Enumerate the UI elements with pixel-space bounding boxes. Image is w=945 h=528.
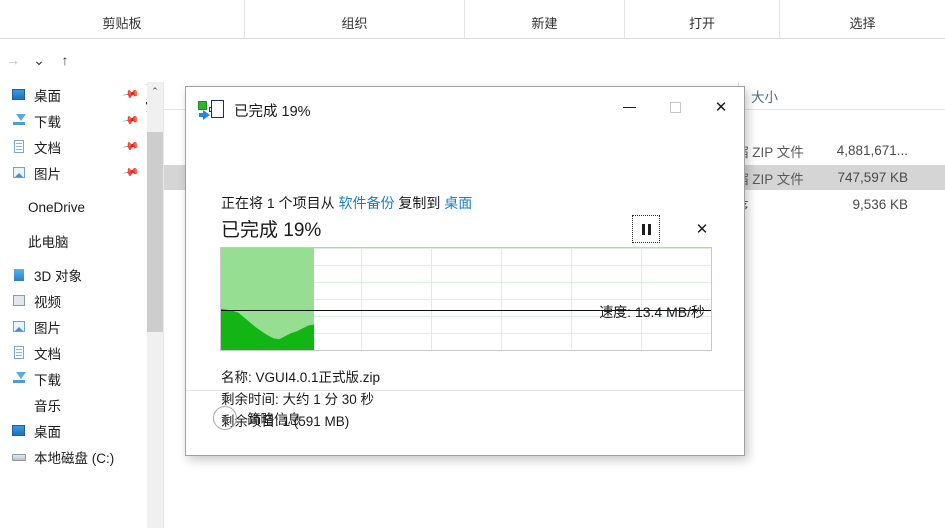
window-controls: ✕ (606, 87, 744, 127)
ribbon-bar: 剪贴板 组织 新建 打开 选择 (0, 0, 945, 39)
copy-description: 正在将 1 个项目从 软件备份 复制到 桌面 (221, 193, 472, 213)
file-size-cell: 9,536 KB (852, 197, 908, 212)
pic-icon (10, 319, 28, 335)
cancel-button[interactable]: ✕ (689, 216, 715, 242)
speed-label: 速度: 13.4 MB/秒 (599, 304, 705, 320)
navigation-pane: 桌面 📌 下载 📌 文档 📌 图片 📌 OneDrive 此电脑 3D 对象 视频 图片 文档 下载 音乐 桌面… (0, 82, 146, 528)
nav-item-8[interactable]: 图片 (0, 314, 146, 340)
nav-item-label: 图片 (34, 167, 61, 182)
nav-item-10[interactable]: 下载 (0, 366, 146, 392)
nav-item-label: 视频 (34, 295, 61, 310)
maximize-button (652, 87, 698, 127)
recent-locations-icon[interactable]: ⌄ (28, 49, 50, 71)
source-link[interactable]: 软件备份 (338, 195, 394, 211)
ribbon-group-label: 选择 (849, 16, 876, 31)
download-icon (10, 371, 28, 387)
dialog-title: 已完成 19% (234, 103, 311, 120)
file-size-cell: 4,881,671... (836, 143, 908, 158)
ribbon-group-2[interactable]: 新建 (465, 0, 625, 38)
explorer-window: 剪贴板 组织 新建 打开 选择 → ⌄ ↑ ›此电脑›本地磁盘 (E:)›天翼云盘›软件… (0, 0, 945, 528)
dialog-footer: ▲ 简略信息 (186, 390, 744, 455)
nav-item-0[interactable]: 桌面 📌 (0, 82, 146, 108)
pin-icon[interactable]: 📌 (122, 163, 141, 182)
nav-item-12[interactable]: 桌面 (0, 418, 146, 444)
dialog-title-bar[interactable]: 已完成 19% ✕ (186, 87, 744, 133)
nav-item-label: OneDrive (28, 199, 86, 215)
ribbon-group-0[interactable]: 剪贴板 (0, 0, 245, 38)
nav-item-label: 文档 (34, 141, 61, 156)
copy-prefix-text: 正在将 1 个项目从 (221, 195, 339, 211)
nav-item-label: 下载 (34, 115, 61, 130)
nav-item-4[interactable]: OneDrive (0, 194, 146, 220)
destination-link[interactable]: 桌面 (444, 195, 472, 211)
copy-mid-text: 复制到 (394, 195, 445, 211)
nav-item-label: 本地磁盘 (C:) (34, 451, 115, 466)
nav-item-2[interactable]: 文档 📌 (0, 134, 146, 160)
navigation-scrollbar[interactable]: ⌃ (147, 82, 164, 528)
nav-item-9[interactable]: 文档 (0, 340, 146, 366)
chevron-up-icon: ▲ (213, 406, 237, 430)
nav-item-label: 桌面 (34, 89, 61, 104)
ribbon-group-4[interactable]: 选择 (780, 0, 945, 38)
ribbon-group-label: 组织 (341, 16, 368, 31)
up-icon[interactable]: ↑ (54, 49, 76, 71)
ribbon-group-3[interactable]: 打开 (625, 0, 780, 38)
nav-item-13[interactable]: 本地磁盘 (C:) (0, 444, 146, 470)
speed-graph: 速度: 13.4 MB/秒 (220, 247, 712, 351)
nav-item-6[interactable]: 3D 对象 (0, 262, 146, 288)
less-details-label: 简略信息 (247, 412, 301, 427)
scrollbar-thumb[interactable] (147, 132, 163, 332)
doc-icon (10, 345, 28, 361)
less-details-toggle[interactable]: ▲ 简略信息 (213, 406, 301, 430)
nav-item-label: 图片 (34, 321, 61, 336)
copy-progress-dialog: 已完成 19% ✕ 正在将 1 个项目从 软件备份 复制到 桌面 已完成 19%… (185, 86, 745, 456)
3d-icon (10, 267, 28, 283)
none-icon (4, 233, 22, 249)
desktop-icon (10, 87, 28, 103)
pic-icon (10, 165, 28, 181)
doc-icon (10, 139, 28, 155)
nav-item-7[interactable]: 视频 (0, 288, 146, 314)
pin-icon[interactable]: 📌 (122, 85, 141, 104)
pin-icon[interactable]: 📌 (122, 137, 141, 156)
ribbon-group-label: 剪贴板 (102, 16, 142, 31)
nav-item-label: 桌面 (34, 425, 61, 440)
nav-item-label: 音乐 (34, 399, 61, 414)
column-header-size[interactable]: 大小 (738, 82, 878, 109)
forward-icon[interactable]: → (2, 49, 24, 71)
nav-item-3[interactable]: 图片 📌 (0, 160, 146, 186)
none-icon (4, 199, 22, 215)
detail-name: 名称: VGUI4.0.1正式版.zip (221, 370, 381, 385)
video-icon (10, 293, 28, 309)
copy-icon (198, 100, 226, 120)
pin-icon[interactable]: 📌 (122, 111, 141, 130)
ribbon-groups: 剪贴板 组织 新建 打开 选择 (0, 0, 945, 38)
scroll-up-icon[interactable]: ⌃ (147, 82, 163, 100)
drive-icon (10, 449, 28, 465)
ribbon-group-label: 打开 (688, 16, 715, 31)
progress-percent-text: 已完成 19% (221, 220, 322, 241)
nav-item-5[interactable]: 此电脑 (0, 228, 146, 254)
nav-item-label: 3D 对象 (34, 269, 83, 284)
download-icon (10, 113, 28, 129)
desktop-icon (10, 423, 28, 439)
nav-item-1[interactable]: 下载 📌 (0, 108, 146, 134)
close-button[interactable]: ✕ (698, 87, 744, 127)
address-bar: → ⌄ ↑ ›此电脑›本地磁盘 (E:)›天翼云盘›软件备份 ⌄ ↻ (0, 39, 945, 112)
nav-item-label: 此电脑 (28, 235, 69, 250)
speed-curve (221, 308, 315, 350)
pause-button[interactable] (632, 215, 660, 243)
ribbon-group-1[interactable]: 组织 (245, 0, 465, 38)
nav-item-label: 下载 (34, 373, 61, 388)
ribbon-group-label: 新建 (531, 16, 558, 31)
none-icon (10, 397, 28, 413)
file-size-cell: 747,597 KB (837, 170, 908, 185)
nav-item-11[interactable]: 音乐 (0, 392, 146, 418)
minimize-button[interactable] (606, 87, 652, 127)
pause-icon (641, 223, 651, 235)
nav-item-label: 文档 (34, 347, 61, 362)
